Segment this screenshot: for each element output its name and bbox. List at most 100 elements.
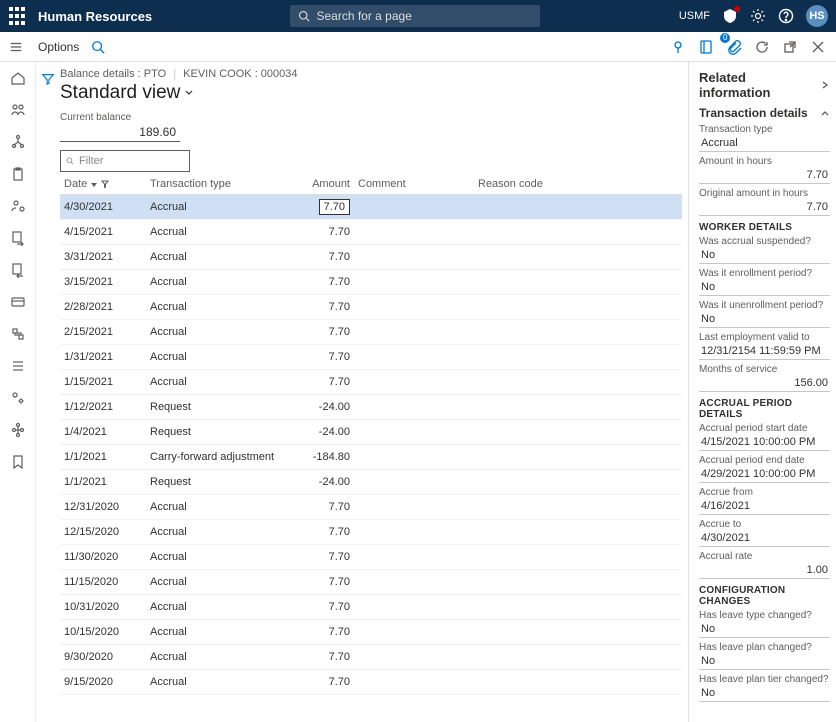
book-icon[interactable] — [698, 39, 714, 55]
field-label: Last employment valid to — [699, 332, 830, 343]
attach-icon[interactable]: 0 — [726, 39, 742, 55]
cell-type: Accrual — [150, 251, 280, 263]
cell-type: Accrual — [150, 376, 280, 388]
nav-person-gear-icon[interactable] — [10, 198, 26, 214]
nav-home-icon[interactable] — [10, 70, 26, 86]
table-row[interactable]: 1/4/2021Request-24.00 — [60, 420, 682, 445]
popout-icon[interactable] — [782, 39, 798, 55]
table-row[interactable]: 1/12/2021Request-24.00 — [60, 395, 682, 420]
table-row[interactable]: 3/31/2021Accrual7.70 — [60, 245, 682, 270]
field-value: 4/30/2021 — [699, 530, 830, 547]
cell-date: 2/28/2021 — [60, 301, 150, 313]
cell-comment — [350, 576, 470, 588]
pin-icon[interactable] — [670, 39, 686, 55]
table-row[interactable]: 1/1/2021Request-24.00 — [60, 470, 682, 495]
cell-date: 10/15/2020 — [60, 626, 150, 638]
cell-amount: 7.70 — [280, 626, 350, 638]
table-row[interactable]: 2/15/2021Accrual7.70 — [60, 320, 682, 345]
cell-reason — [470, 276, 682, 288]
nav-tree-icon[interactable] — [10, 422, 26, 438]
grid-filter-input[interactable]: Filter — [60, 150, 190, 172]
nav-bookmark-icon[interactable] — [10, 454, 26, 470]
field-value: 1.00 — [699, 562, 830, 579]
view-selector[interactable]: Standard view — [60, 82, 682, 104]
field-value: No — [699, 685, 830, 702]
close-icon[interactable] — [810, 39, 826, 55]
table-row[interactable]: 4/15/2021Accrual7.70 — [60, 220, 682, 245]
field-label: Accrual period end date — [699, 455, 830, 466]
options-button[interactable]: Options — [38, 40, 79, 54]
cell-type: Accrual — [150, 226, 280, 238]
col-reason-header[interactable]: Reason code — [470, 178, 682, 190]
nav-doc-import-icon[interactable] — [10, 262, 26, 278]
table-row[interactable]: 1/1/2021Carry-forward adjustment-184.80 — [60, 445, 682, 470]
nav-doc-export-icon[interactable] — [10, 230, 26, 246]
table-row[interactable]: 4/30/2021Accrual7.70 — [60, 195, 682, 220]
col-type-header[interactable]: Transaction type — [150, 178, 280, 190]
refresh-icon[interactable] — [754, 39, 770, 55]
waffle-icon[interactable] — [8, 7, 26, 25]
section-worker: WORKER DETAILS — [699, 222, 830, 233]
gear-icon[interactable] — [750, 8, 766, 24]
cell-amount: 7.70 — [280, 576, 350, 588]
table-row[interactable]: 11/30/2020Accrual7.70 — [60, 545, 682, 570]
related-info-pane: Related information Transaction details … — [688, 62, 836, 722]
field-value: No — [699, 653, 830, 670]
nav-card-icon[interactable] — [10, 294, 26, 310]
field-value: No — [699, 621, 830, 638]
cell-amount: 7.70 — [280, 376, 350, 388]
nav-people-icon[interactable] — [10, 102, 26, 118]
table-row[interactable]: 3/15/2021Accrual7.70 — [60, 270, 682, 295]
cell-type: Accrual — [150, 651, 280, 663]
section-accrual: ACCRUAL PERIOD DETAILS — [699, 398, 830, 420]
table-row[interactable]: 1/31/2021Accrual7.70 — [60, 345, 682, 370]
cell-comment — [350, 526, 470, 538]
cmd-search-icon[interactable] — [91, 40, 105, 54]
table-row[interactable]: 2/28/2021Accrual7.70 — [60, 295, 682, 320]
notifications-icon[interactable] — [722, 8, 738, 24]
table-row[interactable]: 1/15/2021Accrual7.70 — [60, 370, 682, 395]
filter-pane-icon[interactable] — [41, 72, 55, 86]
nav-star-icon[interactable] — [10, 390, 26, 406]
cell-date: 4/15/2021 — [60, 226, 150, 238]
col-comment-header[interactable]: Comment — [350, 178, 470, 190]
grid-header: Date Transaction type Amount Comment Rea… — [60, 174, 682, 195]
grid-body[interactable]: 4/30/2021Accrual7.704/15/2021Accrual7.70… — [60, 195, 682, 721]
nav-list-icon[interactable] — [10, 358, 26, 374]
notification-dot — [734, 6, 740, 12]
nav-settings-icon[interactable] — [10, 326, 26, 342]
table-row[interactable]: 9/30/2020Accrual7.70 — [60, 645, 682, 670]
field-label: Accrual rate — [699, 551, 830, 562]
table-row[interactable]: 12/31/2020Accrual7.70 — [60, 495, 682, 520]
field-value: 4/29/2021 10:00:00 PM — [699, 466, 830, 483]
col-amount-header[interactable]: Amount — [280, 178, 350, 190]
chevron-right-icon[interactable] — [820, 80, 830, 90]
cell-date: 9/15/2020 — [60, 676, 150, 688]
cell-type: Accrual — [150, 551, 280, 563]
cell-date: 3/31/2021 — [60, 251, 150, 263]
field-value: 7.70 — [699, 167, 830, 184]
cell-amount: -24.00 — [280, 476, 350, 488]
field-value: 12/31/2154 11:59:59 PM — [699, 343, 830, 360]
table-row[interactable]: 11/15/2020Accrual7.70 — [60, 570, 682, 595]
table-row[interactable]: 9/15/2020Accrual7.70 — [60, 670, 682, 695]
table-row[interactable]: 12/15/2020Accrual7.70 — [60, 520, 682, 545]
cell-date: 1/15/2021 — [60, 376, 150, 388]
table-row[interactable]: 10/15/2020Accrual7.70 — [60, 620, 682, 645]
chevron-up-icon[interactable] — [820, 108, 830, 118]
nav-clipboard-icon[interactable] — [10, 166, 26, 182]
search-input[interactable]: Search for a page — [290, 5, 540, 27]
table-row[interactable]: 10/31/2020Accrual7.70 — [60, 595, 682, 620]
cell-reason — [470, 301, 682, 313]
col-date-header[interactable]: Date — [60, 178, 150, 190]
field-label: Months of service — [699, 364, 830, 375]
hamburger-icon[interactable] — [4, 40, 28, 54]
cell-amount: -24.00 — [280, 401, 350, 413]
nav-org-icon[interactable] — [10, 134, 26, 150]
cell-type: Carry-forward adjustment — [150, 451, 280, 463]
filter-search-icon — [65, 156, 75, 166]
help-icon[interactable] — [778, 8, 794, 24]
avatar[interactable]: HS — [806, 5, 828, 27]
cell-amount: 7.70 — [280, 601, 350, 613]
company-code[interactable]: USMF — [679, 10, 710, 22]
